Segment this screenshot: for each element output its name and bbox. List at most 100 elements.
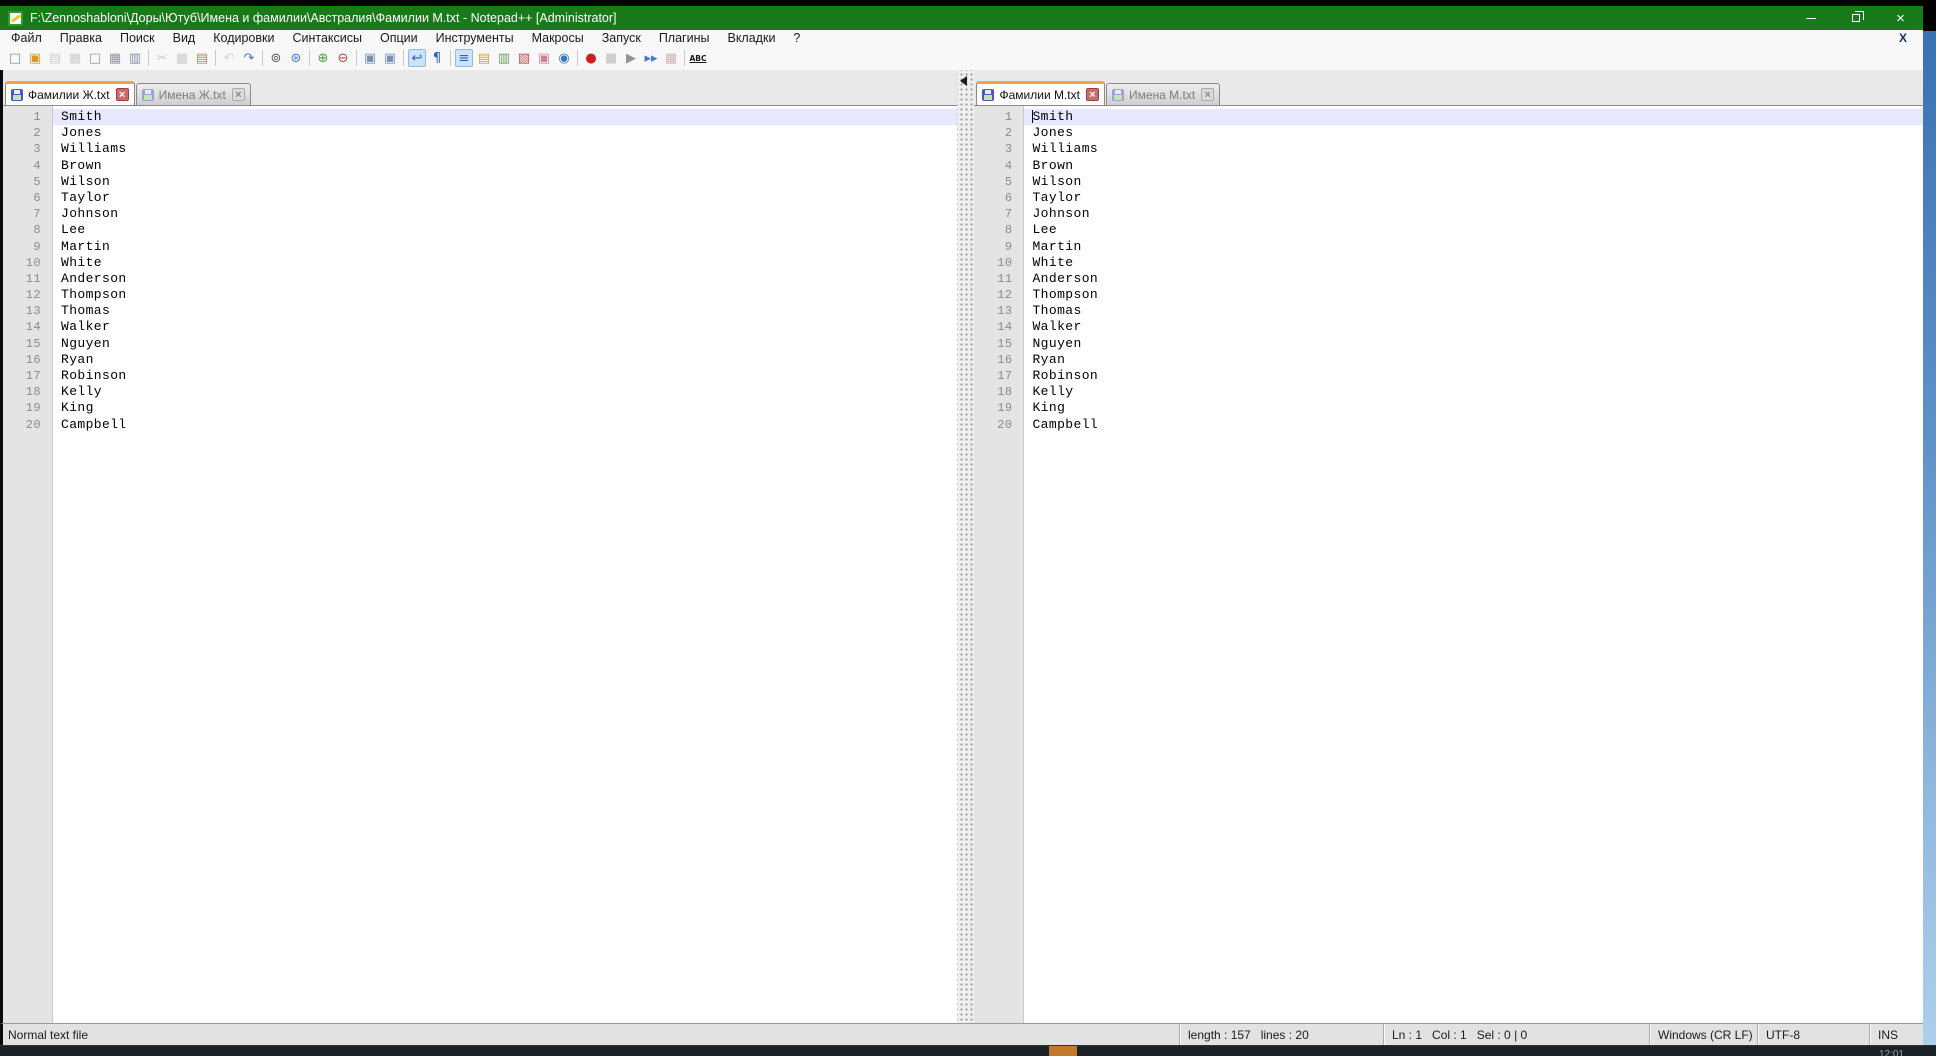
minimize-button[interactable] bbox=[1788, 6, 1833, 30]
menu-item-3[interactable]: Вид bbox=[164, 30, 205, 46]
toolbar-separator bbox=[309, 50, 310, 66]
document-switcher-icon[interactable]: ▧ bbox=[515, 49, 533, 67]
tab-close-icon[interactable]: × bbox=[116, 88, 129, 101]
tab-right-0[interactable]: Фамилии M.txt× bbox=[976, 81, 1105, 105]
pane-splitter[interactable] bbox=[957, 70, 975, 1029]
close-file-icon[interactable]: □ bbox=[86, 49, 104, 67]
new-file-icon[interactable]: □ bbox=[6, 49, 24, 67]
restore-button[interactable] bbox=[1833, 6, 1878, 30]
menu-item-5[interactable]: Синтаксисы bbox=[283, 30, 371, 46]
function-list-icon[interactable]: ▤ bbox=[475, 49, 493, 67]
word-wrap-icon[interactable]: ↩ bbox=[408, 49, 426, 67]
text-area-right[interactable]: SmithJonesWilliamsBrownWilsonTaylorJohns… bbox=[1024, 106, 1923, 1029]
splitter-collapse-arrow-icon[interactable] bbox=[960, 76, 967, 86]
menu-item-1[interactable]: Правка bbox=[51, 30, 111, 46]
spell-check-icon[interactable]: ABC bbox=[689, 49, 707, 67]
title-bar[interactable]: F:\Zennoshabloni\Доры\Ютуб\Имена и фамил… bbox=[0, 6, 1923, 30]
line-number: 19 bbox=[974, 400, 1023, 416]
macro-play-icon[interactable]: ▶ bbox=[622, 49, 640, 67]
line-number-gutter-left: 1234567891011121314151617181920 bbox=[3, 106, 53, 1029]
line-number: 18 bbox=[974, 384, 1023, 400]
tab-label: Имена M.txt bbox=[1129, 88, 1195, 102]
show-all-characters-icon[interactable]: ¶ bbox=[428, 49, 446, 67]
editor-line: Kelly bbox=[1024, 384, 1923, 400]
line-number: 11 bbox=[3, 271, 52, 287]
close-document-x-button[interactable]: X bbox=[1899, 31, 1907, 45]
menu-item-9[interactable]: Запуск bbox=[593, 30, 650, 46]
line-number: 11 bbox=[974, 271, 1023, 287]
macro-save-icon[interactable]: ▦ bbox=[662, 49, 680, 67]
status-eol-format[interactable]: Windows (CR LF) bbox=[1649, 1024, 1757, 1045]
menu-item-8[interactable]: Макросы bbox=[523, 30, 593, 46]
line-number: 17 bbox=[3, 368, 52, 384]
zoom-in-icon[interactable]: ⊕ bbox=[314, 49, 332, 67]
tab-close-icon[interactable]: × bbox=[232, 88, 245, 101]
menu-item-4[interactable]: Кодировки bbox=[204, 30, 283, 46]
indent-guide-icon[interactable]: ≡ bbox=[455, 49, 473, 67]
toolbar-separator bbox=[215, 50, 216, 66]
line-number: 19 bbox=[3, 400, 52, 416]
status-length-lines: length : 157 lines : 20 bbox=[1179, 1024, 1383, 1045]
sync-horizontal-scroll-icon[interactable]: ▣ bbox=[381, 49, 399, 67]
menu-item-7[interactable]: Инструменты bbox=[427, 30, 523, 46]
tab-right-1[interactable]: Имена M.txt × bbox=[1106, 83, 1220, 105]
zoom-out-icon[interactable]: ⊖ bbox=[334, 49, 352, 67]
editor-line: Wilson bbox=[53, 174, 957, 190]
status-insert-mode[interactable]: INS bbox=[1869, 1024, 1923, 1045]
editor-left[interactable]: 1234567891011121314151617181920 SmithJon… bbox=[3, 105, 957, 1029]
sync-vertical-scroll-icon[interactable]: ▣ bbox=[361, 49, 379, 67]
menu-item-12[interactable]: ? bbox=[784, 30, 809, 46]
editor-line: Johnson bbox=[1024, 206, 1923, 222]
tab-close-icon[interactable]: × bbox=[1086, 88, 1099, 101]
cut-icon[interactable]: ✂ bbox=[153, 49, 171, 67]
saved-file-icon bbox=[142, 89, 154, 101]
menu-item-0[interactable]: Файл bbox=[2, 30, 51, 46]
tab-close-icon[interactable]: × bbox=[1201, 88, 1214, 101]
line-number: 1 bbox=[3, 109, 52, 125]
menu-item-11[interactable]: Вкладки bbox=[718, 30, 784, 46]
editor-line: Ryan bbox=[1024, 352, 1923, 368]
paste-icon[interactable]: ▤ bbox=[193, 49, 211, 67]
document-map-icon[interactable]: ▥ bbox=[495, 49, 513, 67]
tab-left-0[interactable]: Фамилии Ж.txt × bbox=[5, 81, 135, 105]
find-icon[interactable]: ⊚ bbox=[267, 49, 285, 67]
taskbar[interactable]: 12:01 bbox=[0, 1045, 1936, 1056]
toolbar-separator bbox=[148, 50, 149, 66]
line-number: 7 bbox=[3, 206, 52, 222]
macro-run-multiple-icon[interactable]: ▸▸ bbox=[642, 49, 660, 67]
line-number: 13 bbox=[3, 303, 52, 319]
macro-stop-icon[interactable]: ■ bbox=[602, 49, 620, 67]
line-number: 3 bbox=[974, 141, 1023, 157]
editor-line: Smith bbox=[1024, 109, 1923, 125]
macro-record-icon[interactable]: ● bbox=[582, 49, 600, 67]
status-encoding[interactable]: UTF-8 bbox=[1757, 1024, 1869, 1045]
file-monitoring-icon[interactable]: ◉ bbox=[555, 49, 573, 67]
text-area-left[interactable]: SmithJonesWilliamsBrownWilsonTaylorJohns… bbox=[53, 106, 957, 1029]
taskbar-active-app-indicator[interactable] bbox=[1049, 1046, 1077, 1056]
tab-bar-left: Фамилии Ж.txt×Имена Ж.txt× bbox=[3, 70, 957, 105]
redo-icon[interactable]: ↷ bbox=[240, 49, 258, 67]
line-number: 16 bbox=[974, 352, 1023, 368]
tab-label: Фамилии Ж.txt bbox=[28, 88, 110, 102]
line-number: 2 bbox=[3, 125, 52, 141]
editor-line: Thomas bbox=[53, 303, 957, 319]
editor-line: Thompson bbox=[1024, 287, 1923, 303]
menu-item-10[interactable]: Плагины bbox=[650, 30, 719, 46]
tab-left-1[interactable]: Имена Ж.txt× bbox=[136, 83, 251, 105]
close-all-icon[interactable]: ▦ bbox=[106, 49, 124, 67]
undo-icon[interactable]: ↶ bbox=[220, 49, 238, 67]
line-number: 2 bbox=[974, 125, 1023, 141]
menu-item-2[interactable]: Поиск bbox=[111, 30, 164, 46]
menu-item-6[interactable]: Опции bbox=[371, 30, 427, 46]
replace-icon[interactable]: ⊛ bbox=[287, 49, 305, 67]
print-icon[interactable]: ▥ bbox=[126, 49, 144, 67]
editor-line: Wilson bbox=[1024, 174, 1923, 190]
folder-as-workspace-icon[interactable]: ▣ bbox=[535, 49, 553, 67]
open-file-icon[interactable]: ▣ bbox=[26, 49, 44, 67]
save-all-icon[interactable]: ▦ bbox=[66, 49, 84, 67]
close-button[interactable]: × bbox=[1878, 6, 1923, 30]
copy-icon[interactable]: ▦ bbox=[173, 49, 191, 67]
menu-items-container: ФайлПравкаПоискВидКодировкиСинтаксисыОпц… bbox=[2, 30, 809, 46]
editor-right[interactable]: 1234567891011121314151617181920 SmithJon… bbox=[974, 105, 1923, 1029]
save-icon[interactable]: ▤ bbox=[46, 49, 64, 67]
